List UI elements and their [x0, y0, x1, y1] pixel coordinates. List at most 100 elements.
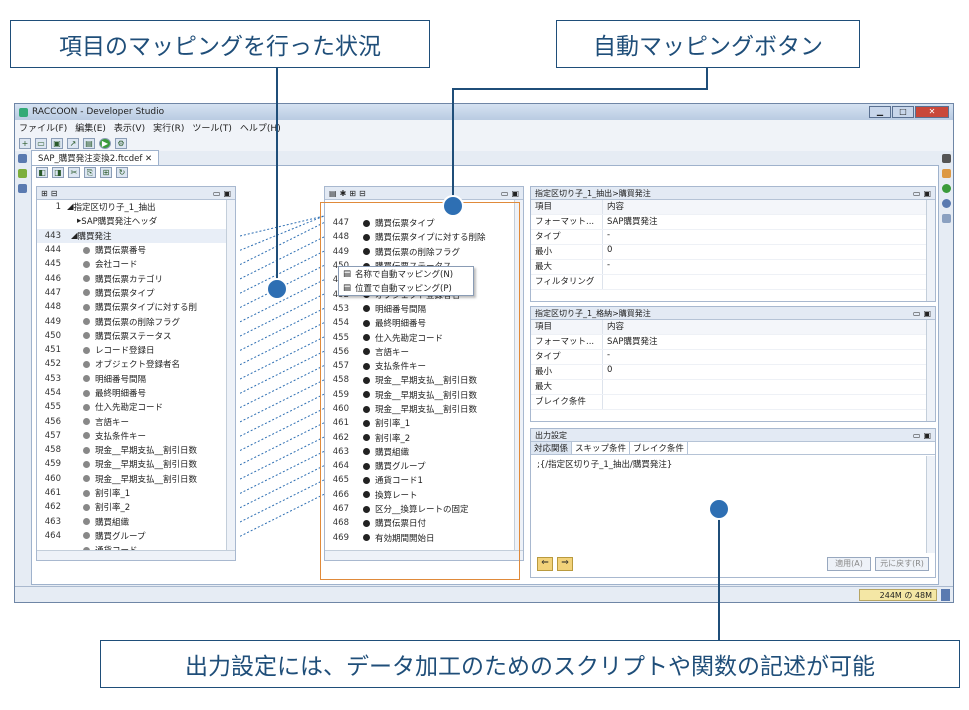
table-row[interactable]: 最小 0: [531, 365, 935, 380]
source-scrollbar[interactable]: [226, 200, 235, 560]
tree-group[interactable]: 443 ◢ 購買発注: [37, 228, 235, 243]
field-icon: [83, 389, 90, 397]
table-row[interactable]: タイプ -: [531, 350, 935, 365]
settings-icon[interactable]: ⚙: [115, 137, 127, 149]
menu-map-by-position[interactable]: ▤ 位置で自動マッピング(P): [339, 281, 473, 295]
source-hscrollbar[interactable]: [37, 550, 235, 560]
tree-row[interactable]: 448 購買伝票タイプに対する削: [37, 300, 235, 314]
export-icon[interactable]: ↗: [67, 137, 79, 149]
table-row[interactable]: タイプ -: [531, 230, 935, 245]
target-expand-icon[interactable]: ⊞: [349, 189, 356, 198]
save-icon[interactable]: ▣: [51, 137, 63, 149]
prop2-maximize-icon[interactable]: ▣: [923, 309, 931, 318]
play-icon[interactable]: [941, 184, 951, 193]
output-scrollbar[interactable]: [926, 456, 935, 553]
tool5-icon[interactable]: ⊞: [100, 167, 112, 178]
tree-row[interactable]: 455 仕入先勘定コード: [37, 400, 235, 414]
tree-row[interactable]: 462 割引率_2: [37, 500, 235, 514]
console-icon[interactable]: [941, 154, 951, 163]
tree-row[interactable]: 464 購買グループ: [37, 529, 235, 543]
tab-break[interactable]: ブレイク条件: [630, 442, 688, 454]
target-maximize-icon[interactable]: ▣: [511, 189, 519, 198]
tool3-icon[interactable]: ✂: [68, 167, 80, 178]
mapping-line: [240, 436, 324, 480]
tree-row[interactable]: 450 購買伝票ステータス: [37, 329, 235, 343]
tab-ftcdef[interactable]: SAP_購買発注変換2.ftcdef ✕: [31, 150, 160, 165]
table-row[interactable]: 最大 -: [531, 260, 935, 275]
menu-view[interactable]: 表示(V): [114, 121, 145, 134]
menu-tools[interactable]: ツール(T): [192, 121, 232, 134]
tree-row[interactable]: 452 オブジェクト登録者名: [37, 357, 235, 371]
minimize-pane-icon[interactable]: ▭: [213, 189, 221, 198]
tree-row[interactable]: 445 会社コード: [37, 257, 235, 271]
menu-map-by-name[interactable]: ▤ 名称で自動マッピング(N): [339, 267, 473, 281]
tree-row[interactable]: 456 言語キー: [37, 414, 235, 428]
table-row[interactable]: フィルタリング: [531, 275, 935, 290]
search-icon[interactable]: [941, 199, 951, 208]
tree-row[interactable]: 459 現金__早期支払__割引日数: [37, 457, 235, 471]
table-row[interactable]: フォーマット... SAP購買発注: [531, 215, 935, 230]
col-content: 内容: [607, 322, 625, 332]
table-row[interactable]: 最大: [531, 380, 935, 395]
minimize-button[interactable]: ▁: [869, 106, 891, 118]
forward-arrow-icon[interactable]: ⇒: [557, 557, 573, 571]
tree-row[interactable]: 446 購買伝票カテゴリ: [37, 271, 235, 285]
tree-root-0[interactable]: 1 ◢ 指定区切り子_1_抽出: [37, 200, 235, 214]
output-minimize-icon[interactable]: ▭: [913, 431, 921, 440]
tree-row[interactable]: 454 最終明細番号: [37, 386, 235, 400]
tab-mapping[interactable]: 対応関係: [531, 442, 573, 454]
table-row[interactable]: フォーマット... SAP購買発注: [531, 335, 935, 350]
run-icon[interactable]: ▶: [99, 137, 111, 149]
prop1-maximize-icon[interactable]: ▣: [923, 189, 931, 198]
output-maximize-icon[interactable]: ▣: [923, 431, 931, 440]
tree-row[interactable]: 463 購買組織: [37, 515, 235, 529]
table-row[interactable]: 最小 0: [531, 245, 935, 260]
bookmark-icon[interactable]: [17, 169, 27, 178]
hierarchy-icon[interactable]: [17, 184, 27, 193]
menu-run[interactable]: 実行(R): [153, 121, 184, 134]
table-row[interactable]: ブレイク条件: [531, 395, 935, 410]
tree-row[interactable]: 461 割引率_1: [37, 486, 235, 500]
properties-icon[interactable]: [941, 214, 951, 223]
prop1-minimize-icon[interactable]: ▭: [913, 189, 921, 198]
prop1-scrollbar[interactable]: [926, 200, 935, 301]
tool6-icon[interactable]: ↻: [116, 167, 128, 178]
close-button[interactable]: ✕: [915, 106, 949, 118]
auto-mapping-button[interactable]: ✱: [340, 189, 347, 198]
target-collapse-icon[interactable]: ⊟: [359, 189, 366, 198]
trash-icon[interactable]: [941, 589, 950, 601]
restore-button[interactable]: 元に戻す(R): [875, 557, 929, 571]
tree-row[interactable]: 447 購買伝票タイプ: [37, 286, 235, 300]
tree-row[interactable]: 451 レコード登録日: [37, 343, 235, 357]
target-tool1-icon[interactable]: ▤: [329, 189, 337, 198]
script-editor[interactable]: ;{/指定区切り子_1_抽出/購買発注}: [531, 455, 935, 541]
back-arrow-icon[interactable]: ⇐: [537, 557, 553, 571]
apply-button[interactable]: 適用(A): [827, 557, 871, 571]
menu-help[interactable]: ヘルプ(H): [240, 121, 281, 134]
tree-row[interactable]: 444 購買伝票番号: [37, 243, 235, 257]
menu-edit[interactable]: 編集(E): [75, 121, 106, 134]
open-icon[interactable]: ▭: [35, 137, 47, 149]
new-icon[interactable]: +: [19, 137, 31, 149]
tool2-icon[interactable]: ◨: [52, 167, 64, 178]
warning-icon[interactable]: [941, 169, 951, 178]
tree-row[interactable]: 458 現金__早期支払__割引日数: [37, 443, 235, 457]
maximize-button[interactable]: □: [892, 106, 914, 118]
tab-skip[interactable]: スキップ条件: [572, 442, 631, 454]
tree-row[interactable]: 460 現金__早期支払__割引日数: [37, 472, 235, 486]
tree-row[interactable]: 449 購買伝票の削除フラグ: [37, 314, 235, 328]
maximize-pane-icon[interactable]: ▣: [223, 189, 231, 198]
collapse-all-icon[interactable]: ⊟: [51, 189, 58, 198]
target-minimize-icon[interactable]: ▭: [501, 189, 509, 198]
tree-row[interactable]: 453 明細番号間隔: [37, 372, 235, 386]
print-icon[interactable]: ▤: [83, 137, 95, 149]
prop2-scrollbar[interactable]: [926, 320, 935, 421]
expand-all-icon[interactable]: ⊞: [41, 189, 48, 198]
tool4-icon[interactable]: ⎘: [84, 167, 96, 178]
tree-root-1[interactable]: ▸ SAP購買発注ヘッダ: [37, 214, 235, 228]
prop2-minimize-icon[interactable]: ▭: [913, 309, 921, 318]
tool1-icon[interactable]: ◧: [36, 167, 48, 178]
menu-file[interactable]: ファイル(F): [19, 121, 67, 134]
outline-icon[interactable]: [17, 154, 27, 163]
tree-row[interactable]: 457 支払条件キー: [37, 429, 235, 443]
